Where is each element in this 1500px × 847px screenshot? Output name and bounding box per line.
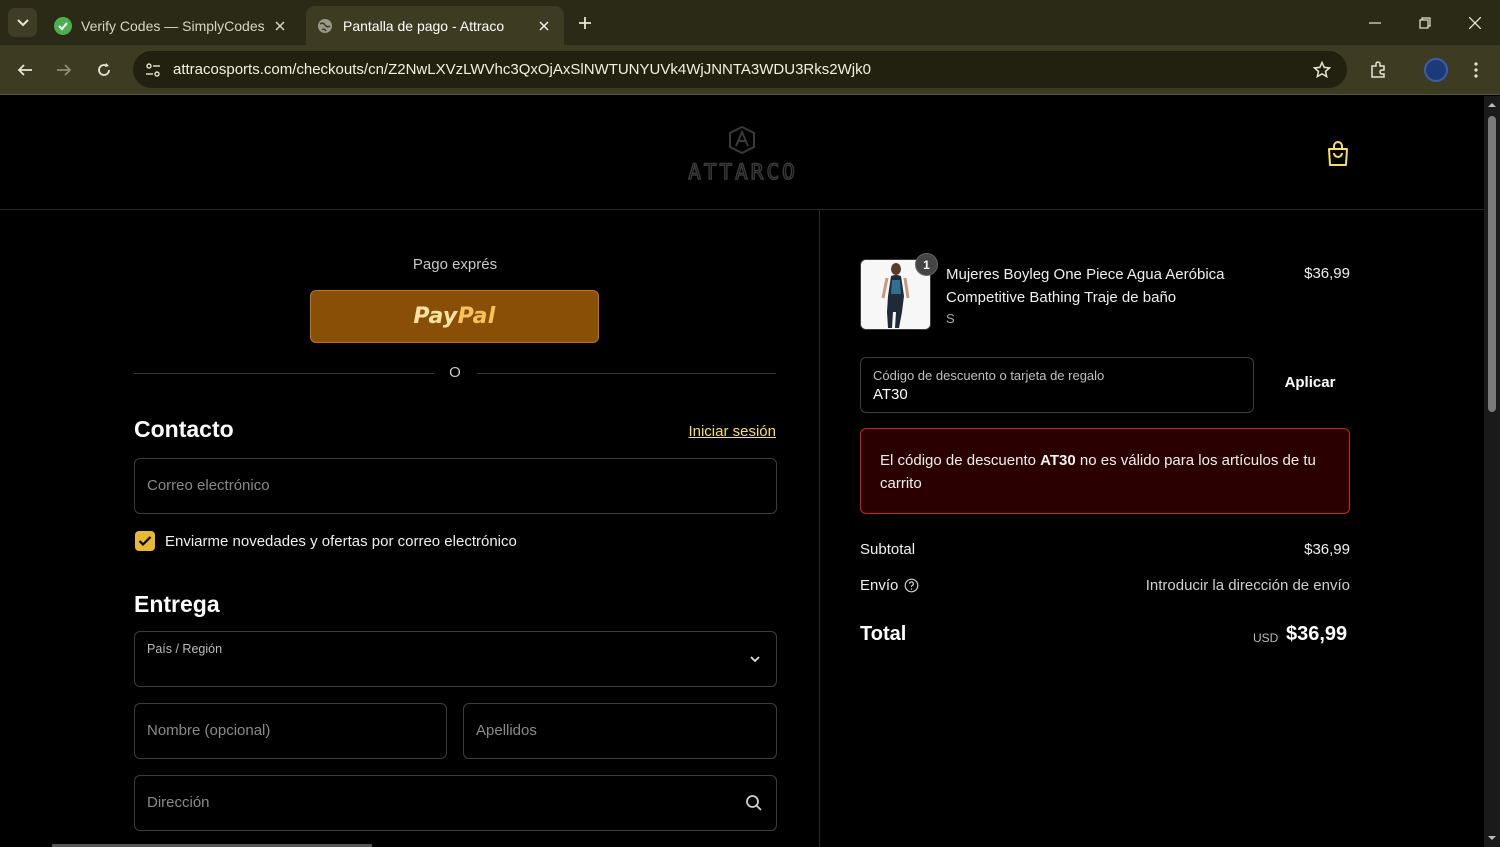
discount-error-message: El código de descuento AT30 no es válido…: [860, 428, 1350, 514]
vertical-scrollbar[interactable]: [1484, 96, 1500, 847]
subtotal-label: Subtotal: [860, 541, 916, 558]
logo-text: ATTARCO: [688, 160, 798, 184]
quantity-badge: 1: [915, 253, 938, 276]
newsletter-label[interactable]: Enviarme novedades y ofertas por correo …: [165, 533, 517, 550]
delivery-heading: Entrega: [134, 591, 220, 617]
site-info-icon[interactable]: [140, 57, 165, 82]
arrow-right-icon: [57, 64, 72, 76]
email-field[interactable]: Correo electrónico: [134, 458, 777, 514]
first-name-field[interactable]: Nombre (opcional): [134, 703, 447, 759]
tab-attraco-checkout[interactable]: Pantalla de pago - Attraco: [306, 6, 564, 45]
tab-title: Pantalla de pago - Attraco: [343, 17, 505, 34]
extensions-button[interactable]: [1363, 55, 1393, 85]
country-select[interactable]: País / Región: [134, 631, 777, 687]
help-circle-icon[interactable]: [904, 578, 919, 593]
product-variant: S: [946, 311, 955, 326]
browser-toolbar: attracosports.com/checkouts/cn/Z2NwLXVzL…: [0, 45, 1500, 95]
close-window-button[interactable]: [1450, 0, 1500, 45]
column-divider: [819, 210, 820, 847]
newsletter-checkbox[interactable]: [135, 531, 155, 551]
globe-icon: [316, 17, 334, 35]
tab-simplycodes[interactable]: Verify Codes — SimplyCodes: [44, 6, 300, 45]
first-name-placeholder: Nombre (opcional): [147, 722, 271, 739]
minimize-icon: [1369, 21, 1381, 24]
paypal-button[interactable]: Pay Pal: [310, 290, 599, 343]
checkout-page: ATTARCO Pago exprés Pay Pal O Contacto In…: [0, 96, 1484, 847]
checkmark-icon: [138, 536, 152, 547]
simplycodes-icon: [54, 16, 72, 35]
restore-button[interactable]: [1400, 0, 1450, 45]
tab-search-button[interactable]: [8, 8, 37, 37]
apply-discount-button[interactable]: Aplicar: [1266, 374, 1354, 391]
scrollbar-thumb[interactable]: [1488, 116, 1496, 412]
new-tab-button[interactable]: [572, 10, 598, 36]
contact-heading: Contacto: [134, 416, 234, 442]
separator-line: [134, 373, 434, 374]
plus-icon: [579, 17, 591, 29]
last-name-field[interactable]: Apellidos: [463, 703, 777, 759]
express-checkout-label: Pago exprés: [412, 256, 498, 273]
address-placeholder: Dirección: [147, 794, 210, 811]
chevron-down-icon: [16, 18, 29, 26]
total-value: $36,99: [1286, 623, 1348, 645]
store-header: ATTARCO: [0, 96, 1484, 210]
total-label: Total: [860, 623, 907, 645]
minimize-button[interactable]: [1350, 0, 1400, 45]
discount-value: AT30: [873, 386, 908, 403]
shopping-bag-icon: [1328, 141, 1348, 166]
shipping-label: Envío: [860, 577, 899, 594]
attarco-logo[interactable]: ATTARCO: [673, 124, 813, 185]
discount-code-field[interactable]: Código de descuento o tarjeta de regalo …: [860, 357, 1254, 413]
forward-button[interactable]: [49, 55, 79, 85]
close-tab-icon[interactable]: [534, 16, 554, 36]
or-separator: O: [449, 364, 461, 381]
avatar: [1424, 58, 1448, 82]
reload-button[interactable]: [89, 55, 119, 85]
last-name-placeholder: Apellidos: [476, 722, 537, 739]
url-text: attracosports.com/checkouts/cn/Z2NwLXVzL…: [173, 61, 871, 78]
address-field[interactable]: Dirección: [134, 775, 777, 831]
error-code: AT30: [1040, 452, 1076, 469]
shipping-row: Envío: [860, 577, 919, 594]
subtotal-value: $36,99: [1304, 541, 1350, 558]
email-placeholder: Correo electrónico: [147, 477, 270, 494]
reload-icon: [98, 63, 110, 76]
tab-title: Verify Codes — SimplyCodes: [81, 17, 265, 34]
product-price: $36,99: [1304, 265, 1350, 282]
paypal-logo: Pay: [413, 304, 458, 329]
cart-button[interactable]: [1326, 141, 1350, 167]
chevron-down-icon: [750, 656, 760, 663]
shipping-value: Introducir la dirección de envío: [1145, 577, 1350, 594]
close-tab-icon[interactable]: [270, 16, 290, 36]
browser-menu-button[interactable]: [1461, 55, 1491, 85]
scroll-up-icon[interactable]: [1484, 100, 1500, 110]
product-name: Mujeres Boyleg One Piece Agua Aeróbica C…: [946, 266, 1225, 306]
login-link[interactable]: Iniciar sesión: [640, 423, 776, 440]
country-label: País / Región: [147, 642, 223, 656]
search-icon[interactable]: [745, 794, 763, 812]
error-text-prefix: El código de descuento: [880, 452, 1041, 469]
arrow-left-icon: [17, 64, 32, 76]
scroll-down-icon[interactable]: [1484, 833, 1500, 843]
kebab-menu-icon: [1474, 62, 1478, 78]
separator-line: [477, 373, 776, 374]
bookmark-star-icon[interactable]: [1310, 58, 1334, 82]
paypal-logo-pal: Pal: [457, 304, 496, 329]
browser-tabstrip: Verify Codes — SimplyCodes Pantalla de p…: [0, 0, 1500, 45]
discount-label: Código de descuento o tarjeta de regalo: [873, 368, 1105, 383]
address-bar[interactable]: attracosports.com/checkouts/cn/Z2NwLXVzL…: [133, 51, 1347, 88]
total-currency: USD: [1253, 631, 1279, 645]
puzzle-icon: [1371, 61, 1385, 78]
back-button[interactable]: [10, 55, 40, 85]
restore-icon: [1419, 16, 1431, 29]
profile-button[interactable]: [1421, 55, 1451, 85]
close-icon: [1469, 16, 1481, 29]
